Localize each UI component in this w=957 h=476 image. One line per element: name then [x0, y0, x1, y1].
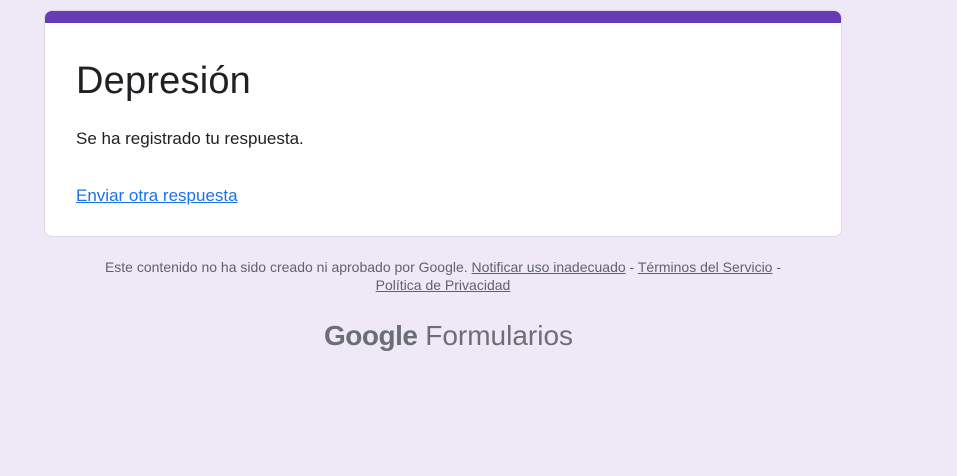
google-wordmark: Google	[324, 320, 418, 351]
confirmation-card: Depresión Se ha registrado tu respuesta.…	[44, 10, 842, 237]
page: Depresión Se ha registrado tu respuesta.…	[0, 0, 957, 476]
google-forms-logo[interactable]: Google Formularios	[324, 318, 573, 354]
forms-wordmark: Formularios	[425, 320, 574, 351]
confirmation-message: Se ha registrado tu respuesta.	[76, 129, 304, 148]
footer-disclaimer: Este contenido no ha sido creado ni apro…	[104, 259, 468, 275]
submit-another-response-link[interactable]: Enviar otra respuesta	[76, 185, 238, 207]
card-accent-bar	[45, 11, 841, 23]
footer: Este contenido no ha sido creado ni apro…	[44, 258, 842, 294]
report-abuse-link[interactable]: Notificar uso inadecuado	[472, 259, 626, 275]
footer-separator: -	[776, 259, 782, 275]
footer-separator: -	[629, 259, 635, 275]
terms-link[interactable]: Términos del Servicio	[638, 259, 773, 275]
form-title: Depresión	[76, 60, 252, 102]
privacy-link[interactable]: Política de Privacidad	[376, 277, 511, 293]
